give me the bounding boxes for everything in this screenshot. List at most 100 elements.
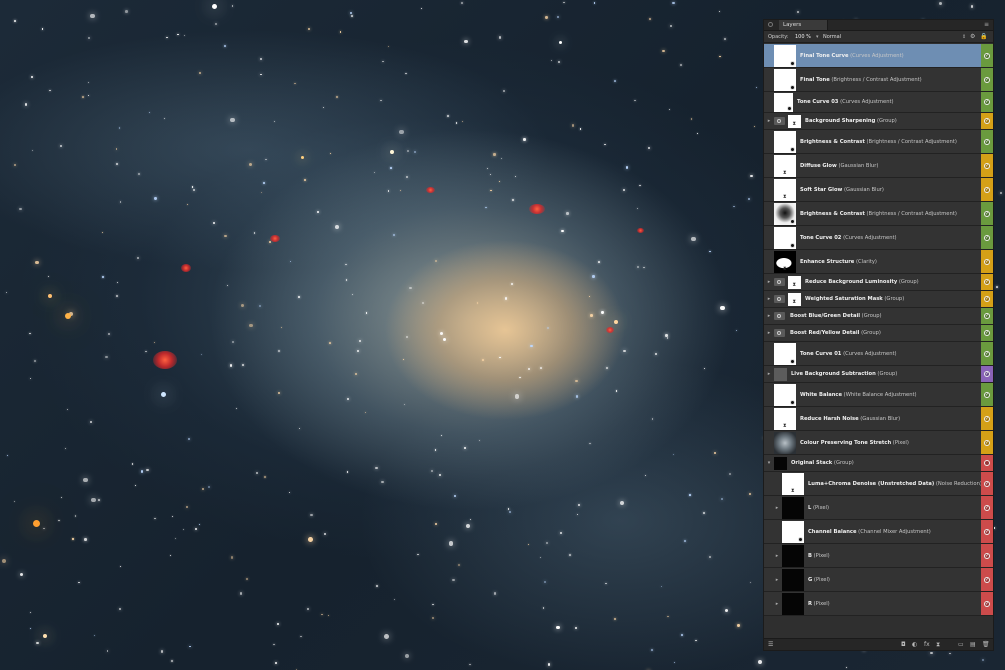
layer-row[interactable]: ⧗ Enhance Structure (Clarity) (764, 250, 993, 274)
star (31, 149, 33, 151)
layer-row[interactable]: ⧗ Reduce Harsh Noise (Gaussian Blur) (764, 407, 993, 431)
layer-row[interactable]: Tone Curve 02 (Curves Adjustment) (764, 226, 993, 250)
layers-stack-icon[interactable]: ☰ (768, 641, 773, 648)
chevron-down-icon[interactable]: ▾ (766, 460, 772, 466)
star (119, 200, 122, 203)
visibility-checkbox-icon[interactable] (984, 552, 990, 559)
visibility-checkbox-icon[interactable] (984, 600, 990, 607)
visibility-checkbox-icon[interactable] (984, 186, 990, 193)
star (719, 55, 721, 58)
layer-row[interactable]: ▸ ⧗ Reduce Background Luminosity (Group) (764, 274, 993, 291)
layer-row[interactable]: Channel Balance (Channel Mixer Adjustmen… (764, 520, 993, 544)
visibility-checkbox-icon[interactable] (984, 504, 990, 511)
star (614, 79, 616, 82)
star (345, 279, 348, 281)
blend-mode-select[interactable]: Normal (823, 34, 841, 40)
visibility-checkbox-icon[interactable] (984, 296, 990, 302)
tab-layers[interactable]: Layers (779, 20, 828, 30)
nebula-region (636, 227, 644, 233)
chevron-right-icon[interactable]: ▸ (766, 296, 772, 302)
live-filter-icon[interactable]: ⧗ (936, 641, 940, 648)
layer-row[interactable]: ▾ Original Stack (Group) (764, 455, 993, 472)
layer-row[interactable]: ▸ B (Pixel) (764, 544, 993, 568)
layer-row[interactable]: ▸ ⧗ Background Sharpening (Group) (764, 113, 993, 130)
panel-menu-icon[interactable]: ≡ (984, 22, 990, 28)
visibility-checkbox-icon[interactable] (984, 439, 990, 446)
visibility-checkbox-icon[interactable] (984, 391, 990, 398)
visibility-checkbox-icon[interactable] (984, 210, 990, 217)
chevron-right-icon[interactable]: ▸ (766, 330, 772, 336)
chevron-right-icon[interactable]: ▸ (766, 371, 772, 377)
chevron-right-icon[interactable]: ▸ (774, 553, 780, 559)
visibility-checkbox-icon[interactable] (984, 279, 990, 285)
chevron-right-icon[interactable]: ▸ (766, 313, 772, 319)
blend-mode-dropdown-icon[interactable]: ⇕ (962, 34, 966, 40)
visibility-checkbox-icon[interactable] (984, 371, 990, 377)
visibility-checkbox-icon[interactable] (984, 480, 990, 487)
layer-row[interactable]: ⧗ Diffuse Glow (Gaussian Blur) (764, 154, 993, 178)
layer-row[interactable]: ⧗ Luma+Chroma Denoise (Unstretched Data) … (764, 472, 993, 496)
star (34, 360, 37, 363)
adjustment-icon[interactable]: ◐ (912, 641, 917, 648)
layer-row[interactable]: ▸ ⧗ Weighted Saturation Mask (Group) (764, 291, 993, 308)
layer-name: Enhance Structure (Clarity) (800, 259, 877, 265)
layer-row[interactable]: ▸ R (Pixel) (764, 592, 993, 616)
visibility-checkbox-icon[interactable] (984, 234, 990, 241)
layer-row[interactable]: Final Tone Curve (Curves Adjustment) (764, 44, 993, 68)
opacity-field[interactable]: 100 % (795, 34, 811, 40)
visibility-checkbox-icon[interactable] (984, 460, 990, 466)
visibility-checkbox-icon[interactable] (984, 118, 990, 124)
visibility-checkbox-icon[interactable] (984, 330, 990, 336)
chevron-right-icon[interactable]: ▸ (774, 577, 780, 583)
visibility-checkbox-icon[interactable] (984, 138, 990, 145)
layer-row[interactable]: ▸ L (Pixel) (764, 496, 993, 520)
layer-row[interactable]: ▸ Boost Blue/Green Detail (Group) (764, 308, 993, 325)
visibility-checkbox-icon[interactable] (984, 76, 990, 83)
visibility-checkbox-icon[interactable] (984, 576, 990, 583)
star (29, 332, 31, 335)
star (490, 189, 492, 191)
layer-row[interactable]: ▸ Boost Red/Yellow Detail (Group) (764, 325, 993, 342)
lock-icon[interactable]: 🔒 (980, 33, 987, 40)
trash-icon[interactable]: 🗑 (982, 641, 990, 648)
layer-row[interactable]: Colour Preserving Tone Stretch (Pixel) (764, 431, 993, 455)
visibility-checkbox-icon[interactable] (984, 162, 990, 169)
visibility-checkbox-icon[interactable] (984, 528, 990, 535)
layer-type-text: (White Balance Adjustment) (842, 391, 917, 398)
layer-row[interactable]: Final Tone (Brightness / Contrast Adjust… (764, 68, 993, 92)
layer-row[interactable]: ▸ G (Pixel) (764, 568, 993, 592)
chevron-right-icon[interactable]: ▸ (774, 505, 780, 511)
visibility-checkbox-icon[interactable] (984, 52, 990, 59)
layer-row[interactable]: Tone Curve 01 (Curves Adjustment) (764, 342, 993, 366)
layer-row[interactable]: Brightness & Contrast (Brightness / Cont… (764, 202, 993, 226)
star (107, 332, 110, 335)
layer-thumbnail: ⧗ (788, 276, 801, 289)
visibility-checkbox-icon[interactable] (984, 258, 990, 265)
layer-row[interactable]: ⧗ Soft Star Glow (Gaussian Blur) (764, 178, 993, 202)
star (231, 4, 234, 7)
add-layer-icon[interactable]: ▤ (970, 641, 976, 648)
mask-icon[interactable]: ◘ (901, 641, 906, 648)
layer-row[interactable]: White Balance (White Balance Adjustment) (764, 383, 993, 407)
chevron-right-icon[interactable]: ▸ (766, 118, 772, 124)
visibility-checkbox-icon[interactable] (984, 350, 990, 357)
layer-row[interactable]: Brightness & Contrast (Brightness / Cont… (764, 130, 993, 154)
visibility-checkbox-icon[interactable] (984, 415, 990, 422)
visibility-checkbox-icon[interactable] (984, 313, 990, 319)
star (970, 5, 973, 8)
layer-row[interactable]: Tone Curve 03 (Curves Adjustment) (764, 92, 993, 113)
chevron-right-icon[interactable]: ▸ (774, 601, 780, 607)
layer-thumbnail (774, 457, 787, 470)
gear-icon[interactable]: ⚙ (970, 33, 975, 40)
panel-close-icon[interactable] (768, 22, 773, 27)
visibility-checkbox-icon[interactable] (984, 99, 990, 105)
layer-row[interactable]: ▸ Live Background Subtraction (Group) (764, 366, 993, 383)
opacity-dropdown-icon[interactable]: ▾ (816, 34, 819, 40)
star (187, 203, 189, 205)
layer-thumbnail (782, 497, 804, 519)
folder-icon[interactable]: ▭ (958, 641, 964, 648)
chevron-right-icon[interactable]: ▸ (766, 279, 772, 285)
star (102, 276, 104, 278)
fx-icon[interactable]: fx (924, 641, 930, 648)
layer-name: Diffuse Glow (Gaussian Blur) (800, 163, 878, 169)
